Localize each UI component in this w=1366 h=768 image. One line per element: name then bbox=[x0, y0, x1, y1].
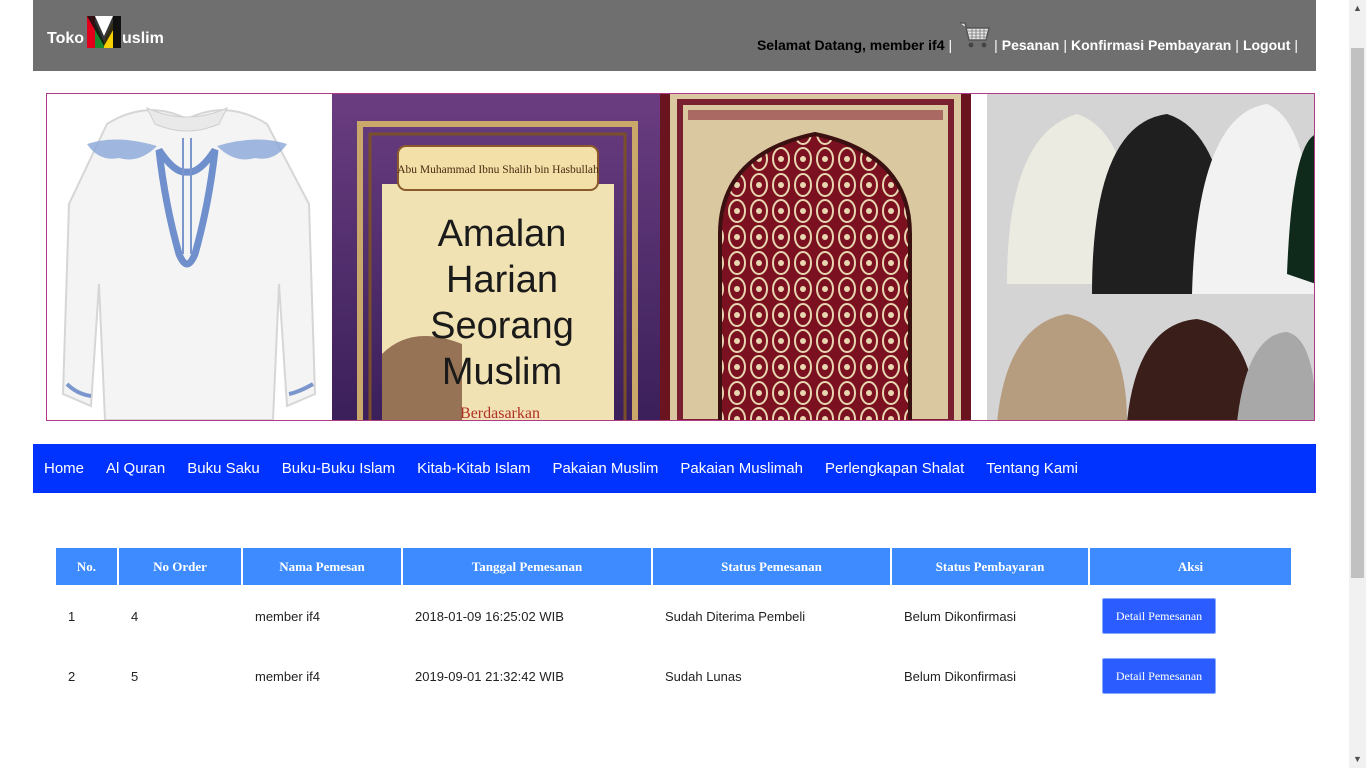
logo-text-right: uslim bbox=[122, 30, 164, 47]
cart-icon[interactable] bbox=[958, 18, 992, 52]
cell-no: 2 bbox=[68, 668, 76, 684]
detail-order-button[interactable]: Detail Pemesanan bbox=[1102, 598, 1216, 634]
menu-item-pakaian-muslimah[interactable]: Pakaian Muslimah bbox=[680, 460, 803, 477]
book-title-line: Seorang bbox=[430, 305, 574, 347]
cell-payment-status: Belum Dikonfirmasi bbox=[904, 668, 1016, 684]
cell-action: Detail Pemesanan bbox=[1090, 587, 1291, 645]
site-logo[interactable]: Toko uslim bbox=[47, 14, 164, 48]
cell-order: 4 bbox=[131, 608, 139, 624]
logout-link[interactable]: Logout bbox=[1243, 37, 1290, 53]
scroll-down-icon[interactable]: ▼ bbox=[1349, 751, 1366, 768]
scroll-up-icon[interactable]: ▲ bbox=[1349, 0, 1366, 17]
cell-order-status: Sudah Diterima Pembeli bbox=[665, 608, 806, 624]
table-row: 2 5 member if4 2019-09-01 21:32:42 WIB S… bbox=[56, 647, 1291, 705]
category-menu: Home Al Quran Buku Saku Buku-Buku Islam … bbox=[33, 444, 1316, 493]
column-header-order-status: Status Pemesanan bbox=[653, 548, 890, 585]
cell-action: Detail Pemesanan bbox=[1090, 647, 1291, 705]
book-title-line: Muslim bbox=[442, 351, 562, 393]
separator: | bbox=[1235, 37, 1239, 53]
banner-prayer-mat-image bbox=[660, 94, 971, 420]
menu-item-perlengkapan-shalat[interactable]: Perlengkapan Shalat bbox=[825, 460, 964, 477]
column-header-name: Nama Pemesan bbox=[243, 548, 401, 585]
separator: | bbox=[994, 37, 998, 53]
cell-name: member if4 bbox=[255, 608, 321, 624]
column-header-payment-status: Status Pembayaran bbox=[892, 548, 1088, 585]
book-title-line: Harian bbox=[446, 259, 558, 301]
book-title-line: Amalan bbox=[438, 213, 567, 255]
payment-confirmation-link[interactable]: Konfirmasi Pembayaran bbox=[1071, 37, 1231, 53]
cell-date: 2019-09-01 21:32:42 WIB bbox=[415, 668, 564, 684]
orders-table: No. No Order Nama Pemesan Tanggal Pemesa… bbox=[54, 546, 1293, 707]
orders-link[interactable]: Pesanan bbox=[1002, 37, 1060, 53]
vertical-scrollbar[interactable]: ▲ ▼ bbox=[1349, 0, 1366, 768]
cell-date: 2018-01-09 16:25:02 WIB bbox=[415, 608, 564, 624]
banner-shirt-image bbox=[47, 94, 332, 420]
cell-order-status: Sudah Lunas bbox=[665, 668, 742, 684]
menu-item-buku-buku-islam[interactable]: Buku-Buku Islam bbox=[282, 460, 395, 477]
separator: | bbox=[1294, 37, 1298, 53]
scrollbar-thumb[interactable] bbox=[1351, 48, 1364, 578]
cell-order: 5 bbox=[131, 668, 139, 684]
column-header-action: Aksi bbox=[1090, 548, 1291, 585]
menu-item-buku-saku[interactable]: Buku Saku bbox=[187, 460, 260, 477]
menu-item-tentang-kami[interactable]: Tentang Kami bbox=[986, 460, 1078, 477]
welcome-text: Selamat Datang, member if4 bbox=[756, 37, 945, 53]
cell-no: 1 bbox=[68, 608, 76, 624]
menu-item-pakaian-muslim[interactable]: Pakaian Muslim bbox=[553, 460, 659, 477]
top-header: Toko uslim Selamat Datang, member if4 | bbox=[33, 0, 1316, 71]
menu-item-al-quran[interactable]: Al Quran bbox=[106, 460, 165, 477]
cell-payment-status: Belum Dikonfirmasi bbox=[904, 608, 1016, 624]
product-banner: Abu Muhammad Ibnu Shalih bin Hasbullah A… bbox=[46, 93, 1315, 421]
account-nav: Selamat Datang, member if4 | | Pesanan |… bbox=[756, 22, 1302, 62]
cell-name: member if4 bbox=[255, 668, 321, 684]
logo-m-icon bbox=[87, 16, 122, 48]
menu-item-home[interactable]: Home bbox=[44, 460, 84, 477]
detail-order-button[interactable]: Detail Pemesanan bbox=[1102, 658, 1216, 694]
table-header-row: No. No Order Nama Pemesan Tanggal Pemesa… bbox=[56, 548, 1291, 585]
table-row: 1 4 member if4 2018-01-09 16:25:02 WIB S… bbox=[56, 587, 1291, 645]
column-header-order: No Order bbox=[119, 548, 241, 585]
separator: | bbox=[1063, 37, 1067, 53]
book-subtitle-text: Berdasarkan bbox=[460, 405, 540, 421]
separator: | bbox=[948, 37, 953, 53]
logo-text-left: Toko bbox=[47, 30, 85, 47]
book-author-text: Abu Muhammad Ibnu Shalih bin Hasbullah bbox=[397, 164, 599, 176]
banner-kopiah-image bbox=[987, 94, 1314, 420]
banner-book-image: Abu Muhammad Ibnu Shalih bin Hasbullah A… bbox=[332, 94, 660, 421]
menu-item-kitab-kitab-islam[interactable]: Kitab-Kitab Islam bbox=[417, 460, 530, 477]
column-header-no: No. bbox=[56, 548, 117, 585]
column-header-date: Tanggal Pemesanan bbox=[403, 548, 651, 585]
